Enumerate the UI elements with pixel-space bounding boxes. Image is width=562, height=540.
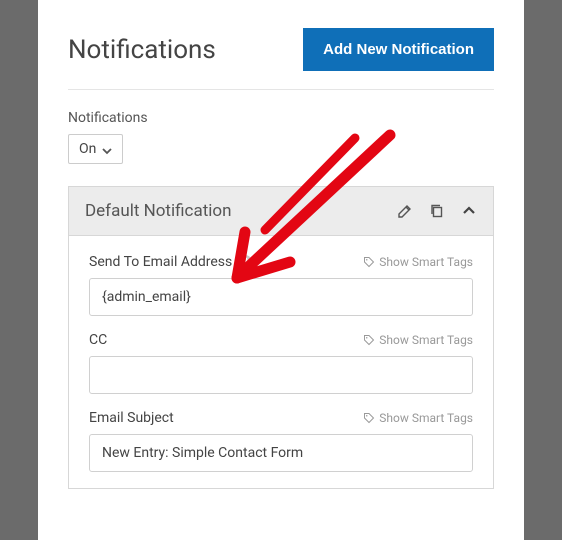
page-title: Notifications [68,35,216,65]
field-cc: CC Show Smart Tags [89,332,473,394]
send-to-input[interactable] [89,278,473,316]
settings-panel: Notifications Add New Notification Notif… [38,0,524,540]
card-actions [397,203,477,219]
card-body: Send To Email Address ? Show Smart Tags … [69,236,493,472]
smart-tags-text: Show Smart Tags [379,411,473,425]
chevron-down-icon [102,144,112,154]
field-send-to: Send To Email Address ? Show Smart Tags [89,254,473,316]
show-smart-tags-link[interactable]: Show Smart Tags [363,411,473,425]
header: Notifications Add New Notification [68,28,494,90]
smart-tags-text: Show Smart Tags [379,333,473,347]
subject-label: Email Subject [89,410,174,426]
show-smart-tags-link[interactable]: Show Smart Tags [363,333,473,347]
tag-icon [363,256,375,268]
tag-icon [363,334,375,346]
notification-card: Default Notification Send To Email Addre… [68,186,494,489]
show-smart-tags-link[interactable]: Show Smart Tags [363,255,473,269]
help-icon[interactable]: ? [238,255,252,269]
notifications-toggle-label: Notifications [68,110,494,126]
send-to-label-text: Send To Email Address [89,254,232,270]
smart-tags-text: Show Smart Tags [379,255,473,269]
cc-label: CC [89,332,107,348]
copy-icon[interactable] [429,203,445,219]
subject-input[interactable] [89,434,473,472]
collapse-icon[interactable] [461,203,477,219]
tag-icon [363,412,375,424]
edit-icon[interactable] [397,203,413,219]
send-to-label: Send To Email Address ? [89,254,252,270]
notifications-toggle-select[interactable]: On [68,134,123,164]
card-header: Default Notification [69,187,493,236]
add-new-notification-button[interactable]: Add New Notification [303,28,494,71]
notifications-toggle-value: On [79,141,96,157]
card-title: Default Notification [85,201,231,221]
cc-input[interactable] [89,356,473,394]
field-subject: Email Subject Show Smart Tags [89,410,473,472]
